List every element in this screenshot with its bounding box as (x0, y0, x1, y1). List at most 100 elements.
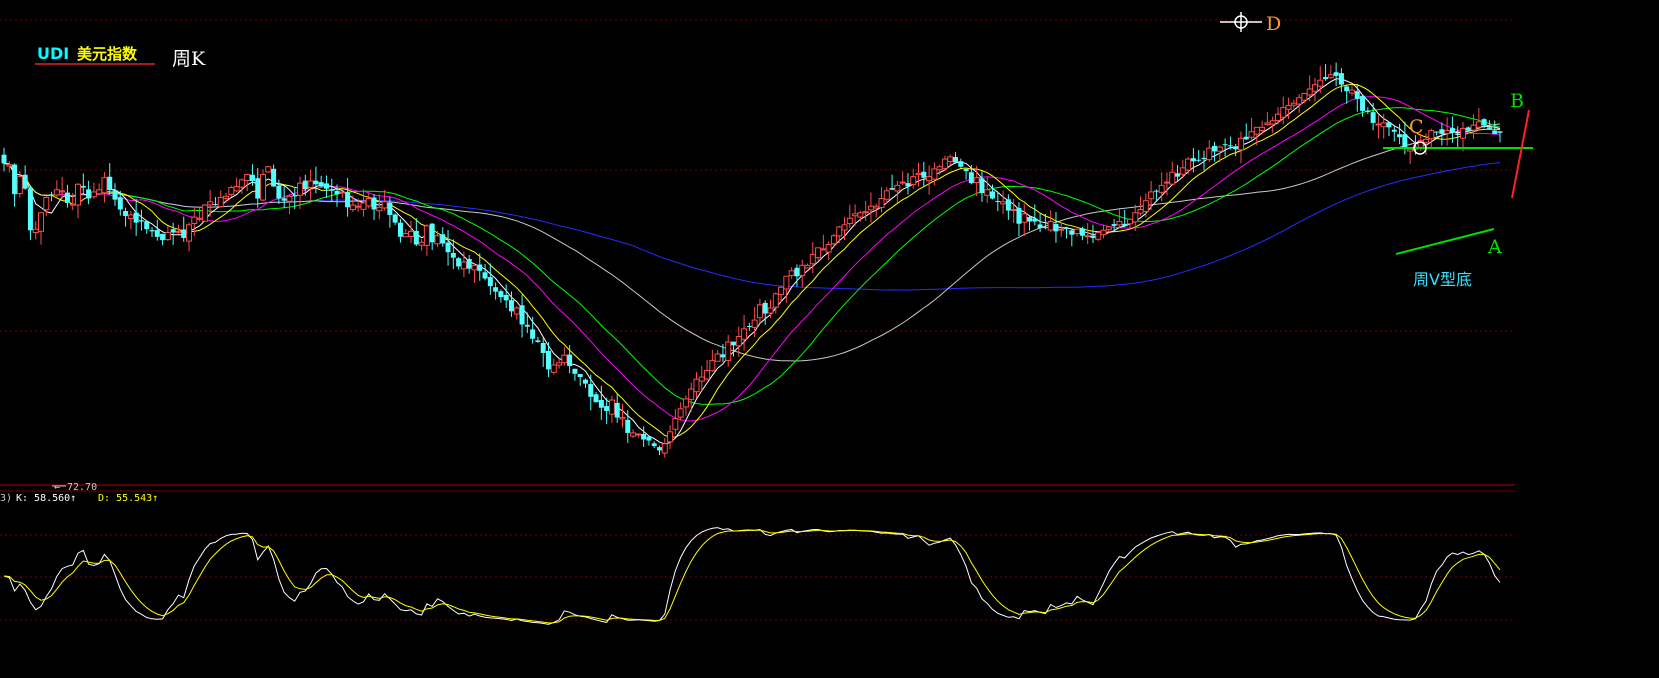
candle-body (90, 191, 97, 198)
candle-body (1185, 158, 1192, 171)
candle-body (59, 190, 66, 193)
candle (181, 216, 187, 242)
candle-body (830, 235, 837, 245)
candle-body (709, 360, 716, 372)
candle-body (873, 205, 880, 209)
candle (196, 206, 203, 222)
candle-body (1248, 131, 1255, 138)
candle (260, 169, 267, 202)
candle-body (1233, 146, 1239, 150)
candle-body (223, 195, 230, 199)
candle (1391, 126, 1397, 142)
candle-body (841, 224, 848, 231)
candle (1169, 161, 1176, 185)
candle-body (641, 434, 647, 440)
candle-body (878, 198, 885, 209)
candle (503, 284, 509, 308)
candle (233, 177, 240, 193)
candle-body (1449, 128, 1455, 132)
candle (1327, 65, 1334, 79)
candle-body (69, 203, 76, 206)
candle-body (1365, 110, 1371, 112)
candle-body (688, 388, 695, 400)
candle-body (297, 182, 304, 196)
candle-body (1074, 228, 1081, 235)
peak-marker-d (1220, 12, 1262, 32)
candle-body (772, 293, 779, 308)
candle (482, 263, 488, 281)
candle (1348, 85, 1355, 96)
candle-body (693, 378, 700, 393)
candle (423, 224, 430, 256)
ma120-line (3, 162, 1501, 291)
candle-body (413, 231, 419, 245)
candle (1206, 140, 1213, 163)
candle (255, 167, 261, 208)
candle (788, 267, 795, 279)
candle-body (1216, 146, 1223, 152)
kdj-k-label: K: 58.560↑ (16, 493, 76, 504)
candle (397, 219, 403, 243)
candle-body (170, 229, 176, 233)
candle-body (1290, 102, 1297, 106)
index-name-label: 美元指数 (77, 45, 138, 63)
candle-body (477, 264, 483, 271)
candle (1248, 117, 1255, 140)
candle (223, 193, 230, 203)
candle (513, 306, 520, 320)
candle-body (286, 195, 293, 202)
candle-body (96, 189, 103, 195)
candle-body (656, 447, 662, 451)
candle-body (434, 235, 441, 245)
candle (867, 192, 874, 223)
candle (783, 275, 790, 303)
candle-body (646, 436, 652, 441)
candle-body (1042, 227, 1048, 229)
candle (302, 174, 308, 196)
candle-body (360, 202, 367, 210)
candle-body (635, 433, 642, 436)
candle (820, 234, 827, 251)
candle (345, 178, 351, 217)
candle-body (794, 267, 800, 277)
candle-body (1010, 208, 1017, 211)
candle-body (995, 200, 1001, 202)
candle-body (953, 156, 959, 163)
symbol-label: UDI (37, 44, 69, 63)
candle-body (1090, 235, 1096, 238)
candle-body (1175, 173, 1181, 177)
candle (1233, 143, 1239, 157)
candle-body (1047, 221, 1054, 231)
candle-body (899, 181, 906, 184)
candle-body (588, 384, 594, 397)
candle-body (889, 188, 895, 190)
candle (1222, 138, 1228, 157)
candle-body (1323, 77, 1329, 80)
candle-body (1375, 123, 1382, 126)
candle (1058, 222, 1065, 238)
candle-body (619, 417, 626, 420)
candle-body (1407, 148, 1414, 152)
candle-body (493, 287, 499, 292)
candle-body (1021, 213, 1028, 223)
candle-body (630, 432, 637, 437)
ma20-line (3, 96, 1500, 422)
candle-body (1455, 133, 1461, 135)
candle-body (767, 307, 774, 314)
candle-body (698, 376, 705, 382)
candle-body (233, 185, 240, 192)
candle-body (498, 291, 504, 298)
candle (101, 171, 108, 203)
candle-body (947, 156, 954, 162)
candle (408, 220, 415, 243)
candle-body (751, 319, 758, 328)
candle (941, 155, 948, 171)
candle (207, 189, 214, 217)
candle-body (936, 166, 943, 171)
candle (1375, 114, 1382, 139)
candle (456, 257, 462, 270)
candle (123, 207, 129, 227)
candle-body (1237, 137, 1244, 151)
candle (160, 233, 166, 246)
candle-body (381, 201, 388, 209)
